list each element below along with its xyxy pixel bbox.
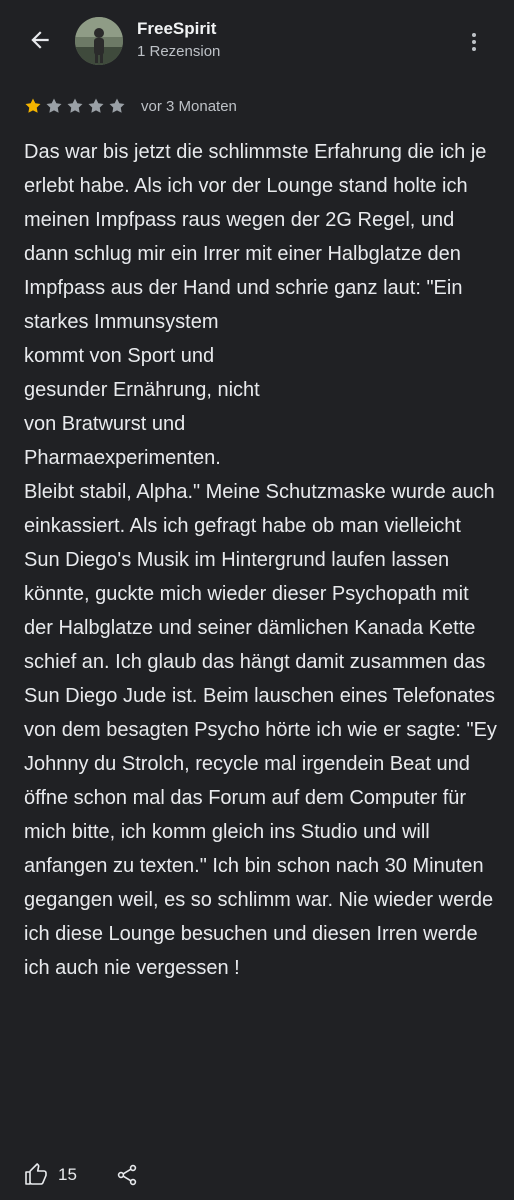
star-empty-icon (46, 98, 62, 113)
more-vert-icon (472, 33, 476, 51)
review-header: FreeSpirit 1 Rezension (0, 0, 514, 84)
rating-row: vor 3 Monaten (24, 95, 237, 117)
like-button[interactable]: 15 (24, 1163, 77, 1187)
review-date: vor 3 Monaten (141, 97, 237, 115)
share-button[interactable] (115, 1163, 139, 1187)
thumbs-up-icon (25, 1163, 47, 1185)
star-empty-icon (88, 98, 104, 113)
review-actions: 15 (24, 1155, 139, 1195)
review-text: Das war bis jetzt die schlimmste Erfahru… (24, 141, 497, 979)
arrow-back-icon (31, 31, 49, 49)
more-options-button[interactable] (458, 22, 490, 62)
share-icon (117, 1164, 137, 1186)
reviewer-name[interactable]: FreeSpirit (137, 19, 216, 39)
star-empty-icon (109, 98, 125, 113)
star-filled-icon (25, 98, 41, 113)
star-empty-icon (67, 98, 83, 113)
back-button[interactable] (18, 22, 62, 58)
star-rating (24, 97, 129, 115)
like-count: 15 (58, 1165, 77, 1184)
avatar[interactable] (75, 17, 123, 65)
reviewer-review-count: 1 Rezension (137, 43, 221, 60)
avatar-image (75, 17, 123, 65)
